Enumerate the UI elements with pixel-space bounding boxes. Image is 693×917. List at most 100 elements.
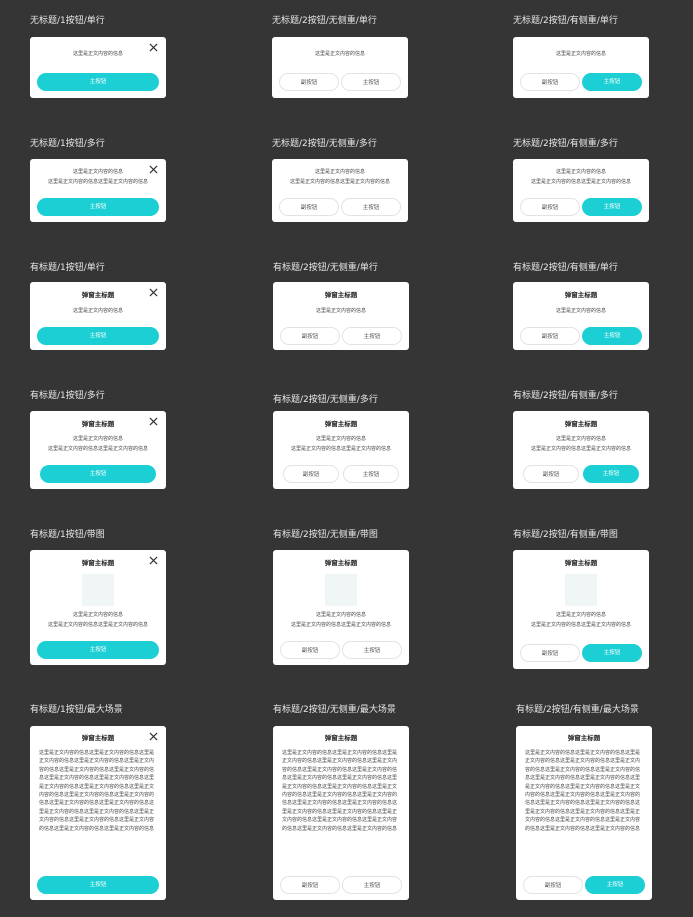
dialog-card: 弹窗主标题 这里是正文内容的信息 这里是正文内容的信息这里是正文内容的信息 副按… — [273, 411, 409, 489]
variant-label: 有标题/2按钮/有侧重/单行 — [513, 263, 618, 273]
primary-button[interactable]: 主按钮 — [37, 198, 159, 216]
dialog-body: 这里是正文内容的信息这里是正文内容的信息这里是正文内容的信息这里是正文内容的信息… — [282, 750, 398, 832]
variant-label: 无标题/2按钮/无侧重/单行 — [272, 16, 377, 26]
primary-button[interactable]: 主按钮 — [585, 876, 645, 894]
variant-label: 无标题/2按钮/无侧重/多行 — [272, 139, 377, 149]
variant-label: 有标题/1按钮/最大场景 — [30, 705, 123, 715]
dialog-title: 弹窗主标题 — [564, 559, 598, 567]
dialog-card: 弹窗主标题 这里是正文内容的信息这里是正文内容的信息这里是正文内容的信息这里是正… — [30, 726, 166, 900]
variant-label: 无标题/1按钮/单行 — [30, 16, 105, 26]
dialog-card: 弹窗主标题 这里是正文内容的信息 这里是正文内容的信息这里是正文内容的信息 副按… — [513, 411, 649, 489]
variant-label: 无标题/1按钮/多行 — [30, 139, 105, 149]
secondary-button[interactable]: 副按钮 — [520, 198, 580, 216]
dialog-card: 弹窗主标题 这里是正文内容的信息 这里是正文内容的信息这里是正文内容的信息 副按… — [513, 550, 649, 669]
primary-button[interactable]: 主按钮 — [342, 327, 402, 345]
dialog-body: 这里是正文内容的信息 — [555, 612, 606, 618]
dialog-card: 弹窗主标题 这里是正文内容的信息 副按钮 主按钮 — [273, 282, 409, 350]
dialog-body: 这里是正文内容的信息 — [315, 436, 366, 442]
primary-button[interactable]: 主按钮 — [341, 73, 401, 91]
dialog-card: 弹窗主标题 这里是正文内容的信息 副按钮 主按钮 — [513, 282, 649, 350]
primary-button[interactable]: 主按钮 — [342, 876, 402, 894]
primary-button[interactable]: 主按钮 — [37, 73, 159, 91]
dialog-body: 这里是正文内容的信息 — [72, 436, 123, 442]
dialog-title: 弹窗主标题 — [324, 420, 358, 428]
variant-label: 有标题/2按钮/有侧重/最大场景 — [516, 705, 639, 715]
dialog-body: 这里是正文内容的信息这里是正文内容的信息 — [290, 622, 391, 628]
image-placeholder — [82, 574, 114, 606]
dialog-card: 这里是正文内容的信息 这里是正文内容的信息这里是正文内容的信息 主按钮 — [30, 159, 166, 222]
variant-label: 有标题/2按钮/有侧重/多行 — [513, 391, 618, 401]
secondary-button[interactable]: 副按钮 — [279, 198, 339, 216]
dialog-card: 这里是正文内容的信息 副按钮 主按钮 — [513, 37, 649, 98]
image-placeholder — [325, 574, 357, 606]
dialog-body: 这里是正文内容的信息 — [315, 612, 366, 618]
secondary-button[interactable]: 副按钮 — [279, 73, 339, 91]
secondary-button[interactable]: 副按钮 — [520, 327, 580, 345]
dialog-title: 弹窗主标题 — [324, 559, 358, 567]
dialog-body: 这里是正文内容的信息 — [555, 436, 606, 442]
variant-label: 无标题/2按钮/有侧重/单行 — [513, 16, 618, 26]
dialog-card: 弹窗主标题 这里是正文内容的信息 主按钮 — [30, 282, 166, 350]
primary-button[interactable]: 主按钮 — [582, 73, 642, 91]
secondary-button[interactable]: 副按钮 — [520, 73, 580, 91]
primary-button[interactable]: 主按钮 — [341, 198, 401, 216]
variant-label: 有标题/1按钮/多行 — [30, 391, 105, 401]
dialog-body: 这里是正文内容的信息 — [72, 51, 123, 57]
primary-button[interactable]: 主按钮 — [343, 465, 399, 483]
variant-label: 有标题/1按钮/单行 — [30, 263, 105, 273]
dialog-title: 弹窗主标题 — [81, 734, 115, 742]
variant-label: 有标题/2按钮/有侧重/带图 — [513, 530, 618, 540]
dialog-card: 弹窗主标题 这里是正文内容的信息这里是正文内容的信息这里是正文内容的信息这里是正… — [516, 726, 652, 900]
primary-button[interactable]: 主按钮 — [582, 644, 642, 662]
variant-label: 无标题/2按钮/有侧重/多行 — [513, 139, 618, 149]
variant-label: 有标题/2按钮/无侧重/带图 — [273, 530, 378, 540]
dialog-card: 这里是正文内容的信息 副按钮 主按钮 — [272, 37, 408, 98]
primary-button[interactable]: 主按钮 — [37, 876, 159, 894]
dialog-body: 这里是正文内容的信息这里是正文内容的信息 — [530, 179, 631, 185]
dialog-body: 这里是正文内容的信息这里是正文内容的信息这里是正文内容的信息这里是正文内容的信息… — [39, 750, 155, 832]
dialog-body: 这里是正文内容的信息这里是正文内容的信息 — [530, 446, 631, 452]
dialog-body: 这里是正文内容的信息这里是正文内容的信息 — [290, 446, 391, 452]
variant-label: 有标题/2按钮/无侧重/多行 — [273, 395, 378, 405]
primary-button[interactable]: 主按钮 — [40, 465, 156, 483]
primary-button[interactable]: 主按钮 — [583, 465, 639, 483]
dialog-title: 弹窗主标题 — [564, 420, 598, 428]
variant-label: 有标题/2按钮/无侧重/单行 — [273, 263, 378, 273]
dialog-body: 这里是正文内容的信息 — [314, 169, 365, 175]
dialog-body: 这里是正文内容的信息 — [555, 51, 606, 57]
primary-button[interactable]: 主按钮 — [342, 641, 402, 659]
secondary-button[interactable]: 副按钮 — [280, 641, 340, 659]
image-placeholder — [565, 574, 597, 606]
secondary-button[interactable]: 副按钮 — [280, 327, 340, 345]
dialog-card: 这里是正文内容的信息 主按钮 — [30, 37, 166, 98]
dialog-body: 这里是正文内容的信息 — [555, 308, 606, 314]
dialog-body: 这里是正文内容的信息这里是正文内容的信息 — [47, 179, 148, 185]
dialog-body: 这里是正文内容的信息 — [314, 51, 365, 57]
primary-button[interactable]: 主按钮 — [582, 198, 642, 216]
dialog-card: 这里是正文内容的信息 这里是正文内容的信息这里是正文内容的信息 副按钮 主按钮 — [272, 159, 408, 222]
dialog-card: 这里是正文内容的信息 这里是正文内容的信息这里是正文内容的信息 副按钮 主按钮 — [513, 159, 649, 222]
secondary-button[interactable]: 副按钮 — [523, 465, 579, 483]
primary-button[interactable]: 主按钮 — [582, 327, 642, 345]
primary-button[interactable]: 主按钮 — [37, 641, 159, 659]
dialog-body: 这里是正文内容的信息 — [72, 308, 123, 314]
primary-button[interactable]: 主按钮 — [37, 327, 159, 345]
dialog-card: 弹窗主标题 这里是正文内容的信息 这里是正文内容的信息这里是正文内容的信息 主按… — [30, 550, 166, 665]
dialog-title: 弹窗主标题 — [324, 291, 358, 299]
dialog-body: 这里是正文内容的信息这里是正文内容的信息这里是正文内容的信息这里是正文内容的信息… — [525, 750, 641, 832]
dialog-body: 这里是正文内容的信息 — [72, 169, 123, 175]
dialog-body: 这里是正文内容的信息 — [72, 612, 123, 618]
dialog-card: 弹窗主标题 这里是正文内容的信息这里是正文内容的信息这里是正文内容的信息这里是正… — [273, 726, 409, 900]
dialog-title: 弹窗主标题 — [324, 734, 358, 742]
secondary-button[interactable]: 副按钮 — [283, 465, 339, 483]
dialog-body: 这里是正文内容的信息 — [555, 169, 606, 175]
dialog-body: 这里是正文内容的信息 — [315, 308, 366, 314]
secondary-button[interactable]: 副按钮 — [280, 876, 340, 894]
dialog-body: 这里是正文内容的信息这里是正文内容的信息 — [47, 446, 148, 452]
variant-label: 有标题/2按钮/无侧重/最大场景 — [273, 705, 396, 715]
dialog-card: 弹窗主标题 这里是正文内容的信息 这里是正文内容的信息这里是正文内容的信息 主按… — [30, 411, 166, 489]
secondary-button[interactable]: 副按钮 — [523, 876, 583, 894]
secondary-button[interactable]: 副按钮 — [520, 644, 580, 662]
dialog-card: 弹窗主标题 这里是正文内容的信息 这里是正文内容的信息这里是正文内容的信息 副按… — [273, 550, 409, 665]
dialog-body: 这里是正文内容的信息这里是正文内容的信息 — [530, 622, 631, 628]
